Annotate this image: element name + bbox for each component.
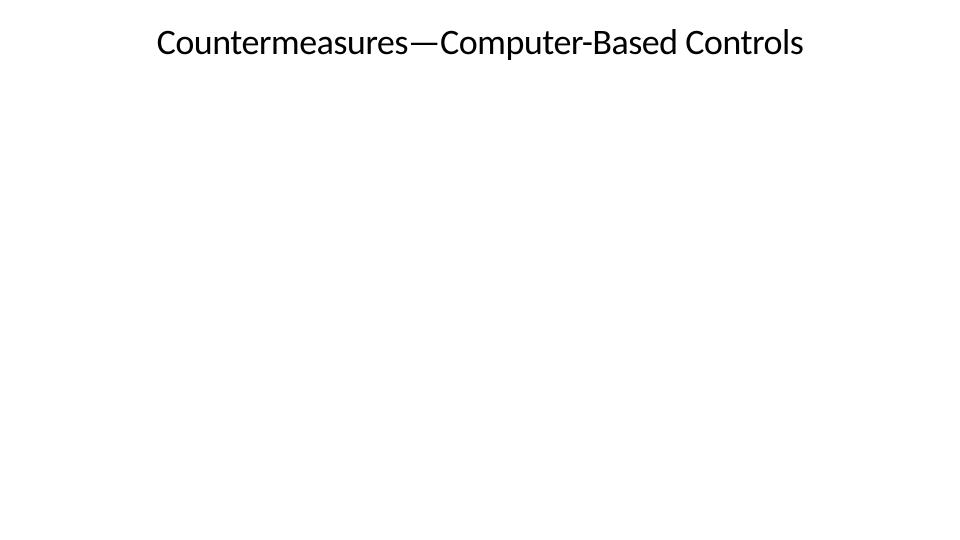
slide-title: Countermeasures—Computer-Based Controls [50, 20, 910, 64]
slide-container: Countermeasures—Computer-Based Controls [0, 0, 960, 540]
